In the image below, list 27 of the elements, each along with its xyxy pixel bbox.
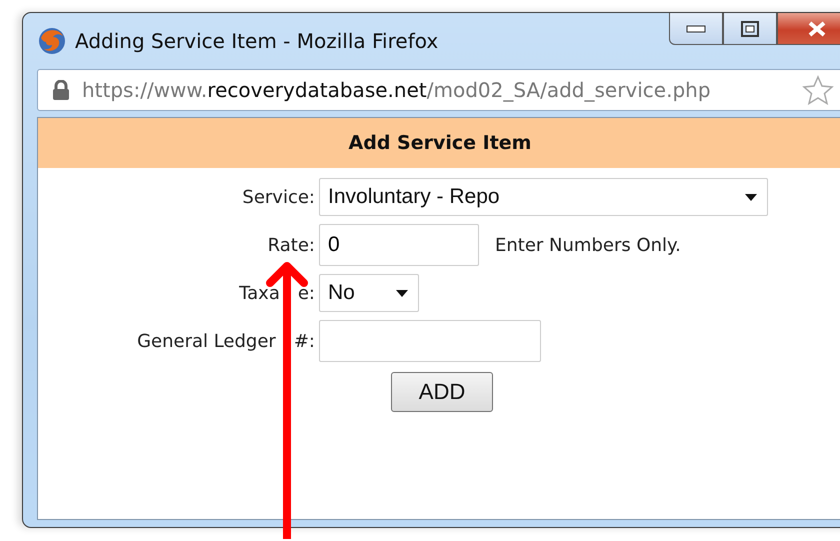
add-button[interactable]: ADD <box>391 372 493 412</box>
caret-icon <box>396 290 408 296</box>
maximize-button[interactable] <box>723 13 777 45</box>
hint-text: Enter Numbers Only. <box>495 234 681 256</box>
field-label: Rate: <box>268 234 315 256</box>
field-label: Taxa <box>239 282 280 304</box>
star-icon[interactable] <box>802 75 834 105</box>
minimize-icon <box>686 24 706 32</box>
dropdown[interactable]: Involuntary - Repo <box>319 178 768 216</box>
address-bar[interactable]: https://www.recoverydatabase.net/mod02_SA/add_service.php <box>37 69 840 111</box>
lock-icon <box>52 80 70 100</box>
field-label: #: <box>294 330 315 352</box>
close-button[interactable] <box>777 13 840 45</box>
field-label: e: <box>298 282 315 304</box>
url-text: https://www.recoverydatabase.net/mod02_SA/add_service.php <box>82 78 711 102</box>
caret-icon <box>745 194 757 200</box>
field-label: General Ledger <box>137 330 276 352</box>
window-title: Adding Service Item - Mozilla Firefox <box>75 29 438 53</box>
dropdown[interactable]: No <box>319 274 419 312</box>
globe-icon <box>37 26 67 56</box>
form-heading: Add Service Item <box>38 118 840 168</box>
input-field[interactable]: 0 <box>319 224 479 266</box>
field-label: Service: <box>242 186 315 208</box>
input-field[interactable] <box>319 320 541 362</box>
maximize-icon <box>741 20 759 36</box>
close-icon <box>807 20 827 36</box>
minimize-button[interactable] <box>669 13 723 45</box>
